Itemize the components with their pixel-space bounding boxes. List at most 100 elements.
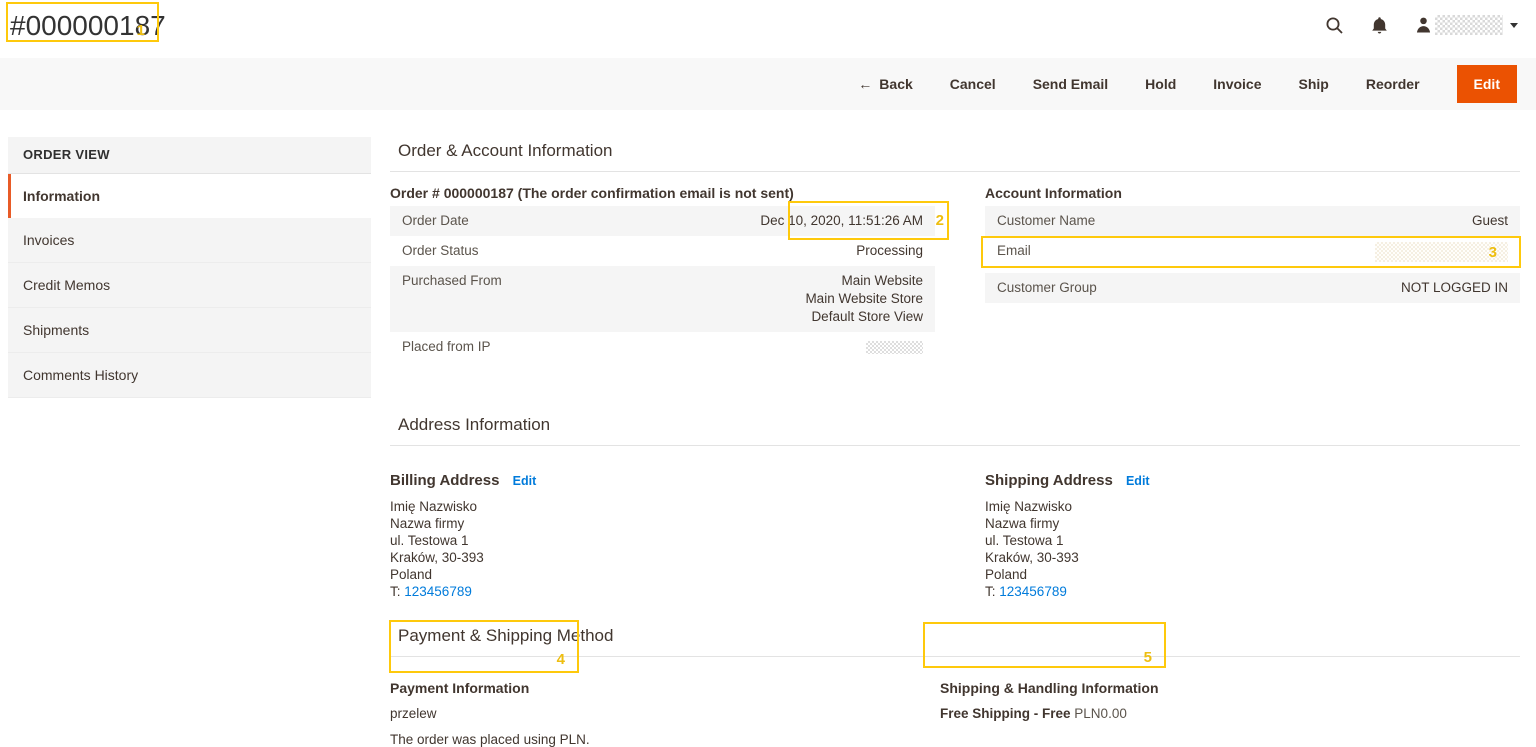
order-view-sidebar: ORDER VIEW Information Invoices Credit M… xyxy=(8,137,371,398)
billing-phone-label: T: xyxy=(390,584,404,599)
header-actions xyxy=(1325,11,1518,35)
hold-button[interactable]: Hold xyxy=(1145,76,1176,92)
shipping-method-amount: PLN0.00 xyxy=(1074,706,1127,721)
purchased-from-label: Purchased From xyxy=(402,272,502,326)
shipping-address-title: Shipping Address Edit xyxy=(985,470,1520,489)
email-redacted xyxy=(1375,242,1508,262)
shipping-line-city: Kraków, 30-393 xyxy=(985,549,1520,566)
billing-address-lines: Imię Nazwisko Nazwa firmy ul. Testowa 1 … xyxy=(390,498,935,600)
order-account-columns: Order # 000000187 (The order confirmatio… xyxy=(390,182,1520,365)
account-information-block: Account Information Customer Name Guest … xyxy=(985,182,1520,365)
sidebar-item-comments-history[interactable]: Comments History xyxy=(8,353,371,398)
send-email-button[interactable]: Send Email xyxy=(1033,76,1108,92)
purchased-from-line-1: Main Website xyxy=(841,273,923,288)
page-title: #000000187 xyxy=(10,11,166,41)
billing-line-name: Imię Nazwisko xyxy=(390,498,935,515)
table-row-order-status: Order Status Processing xyxy=(390,236,935,266)
payment-information-block: Payment Information przelew The order wa… xyxy=(390,667,940,747)
order-block-title: Order # 000000187 (The order confirmatio… xyxy=(390,182,935,201)
order-content: Order & Account Information Order # 0000… xyxy=(390,137,1520,747)
table-row-customer-group: Customer Group NOT LOGGED IN xyxy=(985,273,1520,303)
ship-button[interactable]: Ship xyxy=(1299,76,1329,92)
customer-name-value: Guest xyxy=(1472,212,1508,230)
sidebar-item-information[interactable]: Information xyxy=(8,174,371,218)
account-info-table: Customer Name Guest Email Customer Group… xyxy=(985,206,1520,303)
shipping-address-edit-link[interactable]: Edit xyxy=(1126,474,1150,488)
order-info-table: Order Date Dec 10, 2020, 11:51:26 AM Ord… xyxy=(390,206,935,365)
shipping-phone-label: T: xyxy=(985,584,999,599)
back-button-label: Back xyxy=(879,76,912,92)
order-action-bar: ← Back Cancel Send Email Hold Invoice Sh… xyxy=(0,58,1536,110)
top-header: #000000187 xyxy=(0,0,1536,56)
user-icon xyxy=(1415,16,1432,34)
shipping-line-street: ul. Testowa 1 xyxy=(985,532,1520,549)
billing-address-edit-link[interactable]: Edit xyxy=(513,474,537,488)
address-columns: Billing Address Edit Imię Nazwisko Nazwa… xyxy=(390,456,1520,600)
shipping-line-phone: T: 123456789 xyxy=(985,583,1520,600)
order-date-label: Order Date xyxy=(402,212,469,230)
placed-from-ip-value xyxy=(866,338,923,359)
billing-address-title-text: Billing Address xyxy=(390,472,499,489)
payment-information-title: Payment Information xyxy=(390,680,940,696)
order-information-block: Order # 000000187 (The order confirmatio… xyxy=(390,182,935,365)
customer-group-value: NOT LOGGED IN xyxy=(1401,279,1508,297)
placed-from-ip-label: Placed from IP xyxy=(402,338,491,359)
purchased-from-value: Main Website Main Website Store Default … xyxy=(805,272,923,326)
table-row-order-date: Order Date Dec 10, 2020, 11:51:26 AM xyxy=(390,206,935,236)
order-status-label: Order Status xyxy=(402,242,479,260)
address-section-title: Address Information xyxy=(390,411,1520,446)
back-button[interactable]: ← Back xyxy=(858,76,912,92)
account-block-title: Account Information xyxy=(985,182,1520,201)
billing-phone-link[interactable]: 123456789 xyxy=(404,584,472,599)
order-account-section-title: Order & Account Information xyxy=(390,137,1520,172)
shipping-method-line: Free Shipping - Free PLN0.00 xyxy=(940,706,1520,721)
shipping-method-name: Free Shipping - Free xyxy=(940,706,1071,721)
billing-line-street: ul. Testowa 1 xyxy=(390,532,935,549)
purchased-from-line-3: Default Store View xyxy=(811,309,923,324)
sidebar-item-invoices[interactable]: Invoices xyxy=(8,218,371,263)
shipping-line-name: Imię Nazwisko xyxy=(985,498,1520,515)
billing-line-country: Poland xyxy=(390,566,935,583)
customer-name-label: Customer Name xyxy=(997,212,1095,230)
edit-button[interactable]: Edit xyxy=(1457,65,1517,103)
reorder-button[interactable]: Reorder xyxy=(1366,76,1420,92)
shipping-handling-block: Shipping & Handling Information Free Shi… xyxy=(940,667,1520,747)
cancel-button[interactable]: Cancel xyxy=(950,76,996,92)
admin-user-menu[interactable] xyxy=(1415,15,1518,35)
billing-line-company: Nazwa firmy xyxy=(390,515,935,532)
table-row-customer-name: Customer Name Guest xyxy=(985,206,1520,236)
payment-section-title: Payment & Shipping Method xyxy=(390,622,1520,657)
billing-line-phone: T: 123456789 xyxy=(390,583,935,600)
billing-address-block: Billing Address Edit Imię Nazwisko Nazwa… xyxy=(390,456,935,600)
table-row-placed-from-ip: Placed from IP xyxy=(390,332,935,365)
search-icon[interactable] xyxy=(1325,16,1344,35)
shipping-handling-title: Shipping & Handling Information xyxy=(940,680,1520,696)
shipping-address-title-text: Shipping Address xyxy=(985,472,1113,489)
payment-currency-note: The order was placed using PLN. xyxy=(390,732,940,747)
order-date-value: Dec 10, 2020, 11:51:26 AM xyxy=(760,212,923,230)
email-label: Email xyxy=(997,242,1031,267)
sidebar-item-shipments[interactable]: Shipments xyxy=(8,308,371,353)
billing-line-city: Kraków, 30-393 xyxy=(390,549,935,566)
shipping-phone-link[interactable]: 123456789 xyxy=(999,584,1067,599)
notifications-icon[interactable] xyxy=(1371,16,1388,35)
order-status-value: Processing xyxy=(856,242,923,260)
shipping-line-country: Poland xyxy=(985,566,1520,583)
shipping-address-block: Shipping Address Edit Imię Nazwisko Nazw… xyxy=(985,456,1520,600)
back-arrow-icon: ← xyxy=(858,76,872,92)
table-row-email: Email xyxy=(985,236,1520,273)
payment-method: przelew xyxy=(390,706,940,721)
purchased-from-line-2: Main Website Store xyxy=(805,291,923,306)
shipping-line-company: Nazwa firmy xyxy=(985,515,1520,532)
admin-username-redacted xyxy=(1435,15,1503,35)
caret-down-icon xyxy=(1510,23,1518,32)
payment-columns: Payment Information przelew The order wa… xyxy=(390,667,1520,747)
customer-group-label: Customer Group xyxy=(997,279,1097,297)
sidebar-item-credit-memos[interactable]: Credit Memos xyxy=(8,263,371,308)
shipping-address-lines: Imię Nazwisko Nazwa firmy ul. Testowa 1 … xyxy=(985,498,1520,600)
ip-redacted xyxy=(866,341,923,354)
email-value xyxy=(1375,242,1508,267)
sidebar-title: ORDER VIEW xyxy=(8,137,371,174)
billing-address-title: Billing Address Edit xyxy=(390,470,935,489)
invoice-button[interactable]: Invoice xyxy=(1213,76,1261,92)
